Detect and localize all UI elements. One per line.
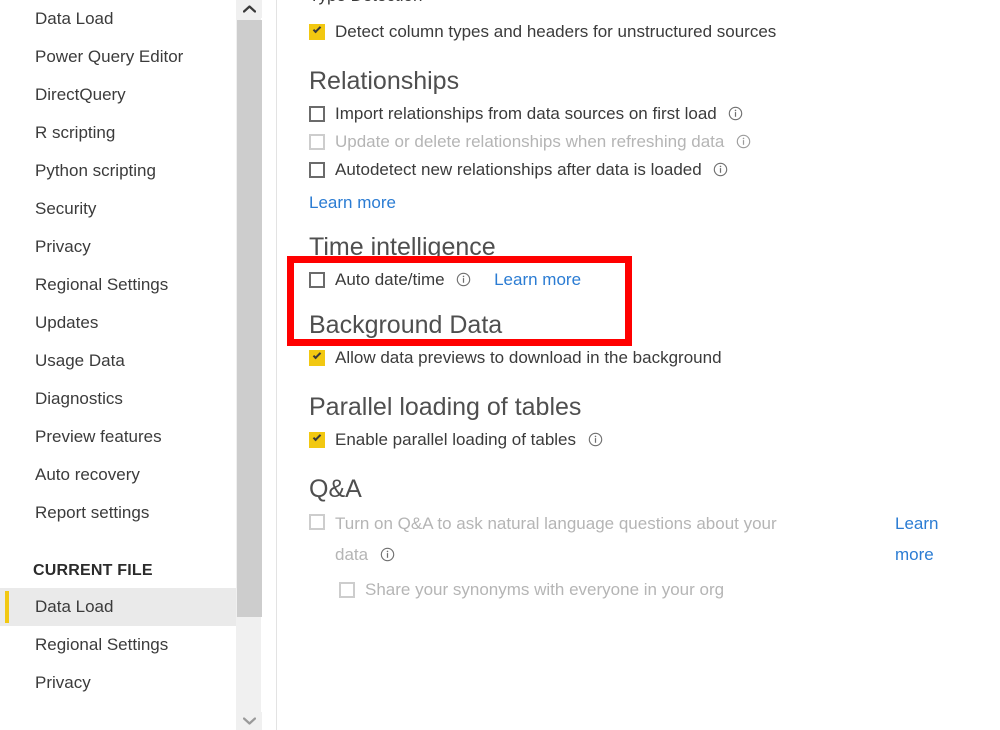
option-label: Turn on Q&A to ask natural language ques…: [335, 514, 777, 564]
chevron-up-icon: [243, 5, 256, 13]
sidebar-item-usage-data[interactable]: Usage Data: [0, 342, 236, 380]
sidebar-item-label: R scripting: [35, 123, 116, 142]
sidebar-item-python-scripting[interactable]: Python scripting: [0, 152, 236, 190]
sidebar-item-r-scripting[interactable]: R scripting: [0, 114, 236, 152]
checkbox-auto-date-time[interactable]: [309, 272, 325, 288]
sidebar-item-label: Privacy: [35, 237, 91, 256]
scrollbar-thumb[interactable]: [237, 20, 262, 617]
option-detect-column-types[interactable]: Detect column types and headers for unst…: [277, 18, 1000, 46]
scroll-down-button[interactable]: [237, 712, 262, 730]
checkbox-allow-data-previews[interactable]: [309, 350, 325, 366]
option-label: Autodetect new relationships after data …: [335, 160, 702, 179]
sidebar-scrollbar[interactable]: [236, 0, 262, 730]
option-label: Allow data previews to download in the b…: [335, 348, 722, 367]
sidebar-item-label: Report settings: [35, 503, 150, 522]
sidebar-item-regional-settings[interactable]: Regional Settings: [0, 266, 236, 304]
sidebar-item-label: Data Load: [35, 597, 114, 616]
option-label: Share your synonyms with everyone in you…: [365, 580, 725, 599]
sidebar-item-label: Auto recovery: [35, 465, 140, 484]
sidebar-item-security[interactable]: Security: [0, 190, 236, 228]
option-label: Update or delete relationships when refr…: [335, 132, 725, 151]
sidebar-item-label: Python scripting: [35, 161, 156, 180]
chevron-down-icon: [243, 717, 256, 725]
sidebar-item-label: Diagnostics: [35, 389, 123, 408]
clipped-top-row: Type Detection: [277, 0, 1000, 8]
sidebar-item-current-file-data-load[interactable]: Data Load: [0, 588, 236, 626]
info-icon[interactable]: [713, 162, 728, 177]
check-icon: [312, 350, 322, 360]
option-turn-on-qa: Turn on Q&A to ask natural language ques…: [277, 508, 1000, 570]
sidebar-item-label: Security: [35, 199, 97, 218]
section-title-background-data: Background Data: [309, 311, 503, 339]
option-label: Detect column types and headers for unst…: [335, 22, 777, 41]
sidebar-item-power-query-editor[interactable]: Power Query Editor: [0, 38, 236, 76]
sidebar-item-label: Power Query Editor: [35, 47, 184, 66]
option-enable-parallel-loading[interactable]: Enable parallel loading of tables: [277, 426, 1000, 454]
section-title-parallel-loading: Parallel loading of tables: [309, 393, 582, 421]
sidebar-item-current-file-privacy[interactable]: Privacy: [0, 664, 236, 702]
sidebar-item-label: Preview features: [35, 427, 162, 446]
sidebar-item-diagnostics[interactable]: Diagnostics: [0, 380, 236, 418]
info-icon[interactable]: [456, 272, 471, 287]
sidebar-item-label: Updates: [35, 313, 99, 332]
sidebar-item-label: Usage Data: [35, 351, 125, 370]
option-auto-date-time[interactable]: Auto date/time Learn more: [277, 266, 1000, 294]
checkbox-update-delete-relationships: [309, 134, 325, 150]
section-title-time-intelligence: Time intelligence: [309, 233, 496, 261]
sidebar-item-report-settings[interactable]: Report settings: [0, 494, 236, 532]
info-icon[interactable]: [588, 432, 603, 447]
sidebar-group-header-current-file: CURRENT FILE: [33, 562, 153, 579]
option-allow-data-previews[interactable]: Allow data previews to download in the b…: [277, 344, 1000, 372]
checkbox-turn-on-qa: [309, 514, 325, 530]
checkbox-share-synonyms: [339, 582, 355, 598]
learn-more-row-relationships: Learn more: [277, 188, 1000, 218]
settings-sidebar: Data Load Power Query Editor DirectQuery…: [0, 0, 236, 730]
option-label: Import relationships from data sources o…: [335, 104, 717, 123]
learn-more-link-time-intelligence[interactable]: Learn more: [494, 270, 581, 289]
sidebar-item-label: DirectQuery: [35, 85, 126, 104]
sidebar-item-directquery[interactable]: DirectQuery: [0, 76, 236, 114]
sidebar-item-data-load[interactable]: Data Load: [0, 0, 236, 38]
sidebar-item-updates[interactable]: Updates: [0, 304, 236, 342]
option-import-relationships[interactable]: Import relationships from data sources o…: [277, 100, 1000, 128]
sidebar-item-label: Regional Settings: [35, 275, 169, 294]
info-icon[interactable]: [380, 547, 395, 562]
global-settings-nav: Data Load Power Query Editor DirectQuery…: [0, 0, 236, 532]
section-title-qa: Q&A: [309, 475, 362, 503]
check-icon: [312, 24, 322, 34]
sidebar-item-label: Data Load: [35, 9, 114, 28]
option-label: Enable parallel loading of tables: [335, 430, 577, 449]
checkbox-autodetect-relationships[interactable]: [309, 162, 325, 178]
scroll-up-button[interactable]: [237, 0, 262, 18]
current-file-nav: Data Load Regional Settings Privacy: [0, 588, 236, 702]
sidebar-item-label: Regional Settings: [35, 635, 169, 654]
learn-more-link-relationships[interactable]: Learn more: [309, 193, 396, 212]
option-label: Auto date/time: [335, 270, 445, 289]
info-icon[interactable]: [736, 134, 751, 149]
sidebar-item-auto-recovery[interactable]: Auto recovery: [0, 456, 236, 494]
learn-more-link-qa[interactable]: Learn more: [895, 508, 967, 570]
option-update-delete-relationships: Update or delete relationships when refr…: [277, 128, 1000, 156]
sidebar-item-privacy[interactable]: Privacy: [0, 228, 236, 266]
checkbox-detect-column-types[interactable]: [309, 24, 325, 40]
sidebar-item-label: Privacy: [35, 673, 91, 692]
sidebar-item-current-file-regional-settings[interactable]: Regional Settings: [0, 626, 236, 664]
section-title-relationships: Relationships: [309, 67, 460, 95]
option-share-synonyms: Share your synonyms with everyone in you…: [277, 576, 1000, 604]
info-icon[interactable]: [728, 106, 743, 121]
check-icon: [312, 432, 322, 442]
clipped-top-text: Type Detection: [309, 0, 422, 6]
selection-accent-bar: [5, 591, 9, 623]
options-dialog: Data Load Power Query Editor DirectQuery…: [0, 0, 1000, 730]
settings-content-panel: Type Detection Detect column types and h…: [277, 0, 1000, 730]
sidebar-item-preview-features[interactable]: Preview features: [0, 418, 236, 456]
option-autodetect-relationships[interactable]: Autodetect new relationships after data …: [277, 156, 1000, 184]
checkbox-enable-parallel-loading[interactable]: [309, 432, 325, 448]
checkbox-import-relationships[interactable]: [309, 106, 325, 122]
